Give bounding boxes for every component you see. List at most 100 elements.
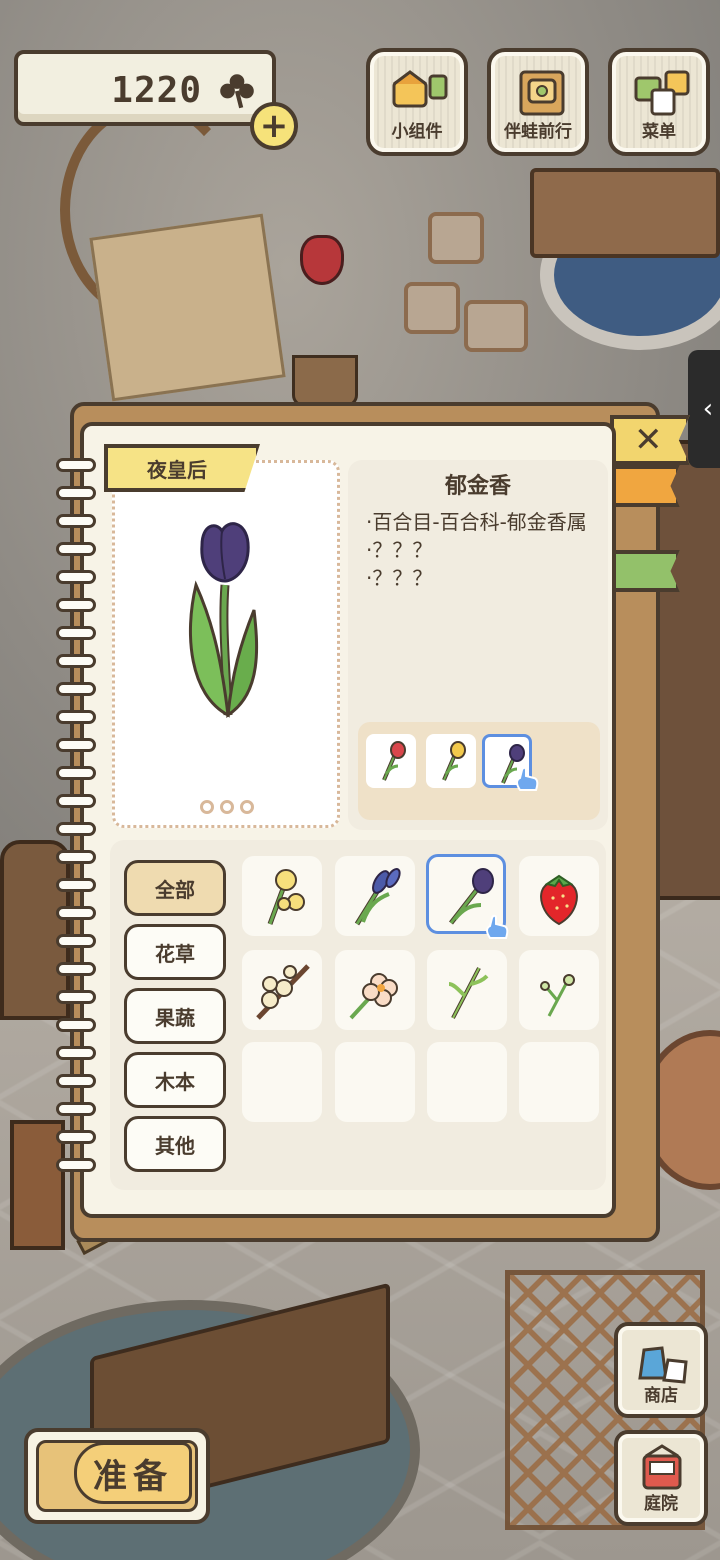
decor-tulip-flower: [300, 235, 344, 285]
empty-slot: [427, 1042, 507, 1122]
category-all[interactable]: 全部: [124, 860, 226, 916]
empty-slot: [242, 1042, 322, 1122]
bookmark-tab-orange[interactable]: [612, 465, 680, 507]
binding-ring: [56, 794, 96, 808]
item-strawberry[interactable]: [519, 856, 599, 936]
binding-ring: [56, 934, 96, 948]
binding-ring: [56, 1074, 96, 1088]
binding-ring: [56, 626, 96, 640]
item-grass-sprig[interactable]: [427, 950, 507, 1030]
shop-button[interactable]: 商店: [614, 1322, 708, 1418]
flower-name-ribbon: 夜皇后: [104, 444, 260, 492]
binding-ring: [56, 850, 96, 864]
variant-yellow-tulip[interactable]: [426, 734, 476, 788]
shop-bag-icon: [638, 1346, 688, 1384]
binding-ring: [56, 1130, 96, 1144]
sprout-icon: [540, 974, 575, 1017]
hanging-frame: [428, 212, 484, 264]
item-peach-blossom[interactable]: [335, 950, 415, 1030]
shelf-furniture: [650, 440, 720, 900]
yellow-tulip-icon: [442, 741, 466, 781]
add-clover-button[interactable]: +: [250, 102, 298, 150]
species-title: 郁金香: [444, 474, 511, 499]
variant-red-tulip[interactable]: [366, 734, 416, 788]
widget-label: 小组件: [391, 122, 443, 142]
category-woody[interactable]: 木本: [124, 1052, 226, 1108]
yellow-flower-icon: [267, 869, 305, 925]
red-tulip-icon: [382, 741, 406, 781]
item-yellow-flower[interactable]: [242, 856, 322, 936]
binding-ring: [56, 514, 96, 528]
frog-journey-button[interactable]: 伴蛙前行: [487, 48, 589, 156]
binding-ring: [56, 766, 96, 780]
category-other[interactable]: 其他: [124, 1116, 226, 1172]
frog-journey-icon: [519, 70, 565, 116]
purple-tulip-illustration: [188, 522, 259, 718]
binding-ring: [56, 570, 96, 584]
species-description: ·百合目-百合科-郁金香属 ·？？？ ·？？？: [366, 508, 602, 592]
prepare-label: 准备: [74, 1442, 192, 1504]
clover-icon: [220, 74, 254, 109]
unknown-line: ·？？？: [366, 566, 433, 590]
garden-button[interactable]: 庭院: [614, 1430, 708, 1526]
grass-icon: [448, 967, 489, 1019]
prepare-button[interactable]: 准备: [24, 1428, 210, 1524]
item-blue-iris[interactable]: [335, 856, 415, 936]
plum-blossom-icon: [256, 964, 310, 1020]
empty-slot: [335, 1042, 415, 1122]
category-flowers[interactable]: 花草: [124, 924, 226, 980]
binding-ring: [56, 1018, 96, 1032]
clover-count: 1220: [111, 70, 202, 111]
widget-icon: [392, 70, 448, 108]
taxonomy-line: ·百合目-百合科-郁金香属: [366, 510, 587, 534]
unknown-line: ·？？？: [366, 538, 433, 562]
binding-ring: [56, 878, 96, 892]
binding-ring: [56, 738, 96, 752]
bookmark-tab-green[interactable]: [612, 550, 680, 592]
hanging-frame: [404, 282, 460, 334]
binding-ring: [56, 682, 96, 696]
spiral-binding: [56, 458, 100, 1188]
empty-slot: [519, 1042, 599, 1122]
item-sprout[interactable]: [519, 950, 599, 1030]
page-dot: [200, 800, 214, 814]
frog-journey-label: 伴蛙前行: [504, 122, 572, 142]
strawberry-icon: [540, 874, 578, 926]
menu-icon: [634, 70, 690, 116]
binding-ring: [56, 654, 96, 668]
binding-ring: [56, 710, 96, 724]
binding-ring: [56, 962, 96, 976]
wall-map: [89, 213, 286, 402]
binding-ring: [56, 542, 96, 556]
peach-blossom-icon: [349, 973, 398, 1020]
page-dot: [220, 800, 234, 814]
menu-label: 菜单: [642, 122, 676, 142]
binding-ring: [56, 486, 96, 500]
pointer-hand-icon: [486, 914, 509, 939]
pointer-hand-icon: [516, 766, 539, 791]
category-fruits-vegetables[interactable]: 果蔬: [124, 988, 226, 1044]
widget-button[interactable]: 小组件: [366, 48, 468, 156]
shop-label: 商店: [644, 1386, 678, 1406]
binding-ring: [56, 1046, 96, 1060]
collapse-side-tab[interactable]: ‹: [688, 350, 720, 468]
close-button[interactable]: ✕: [610, 415, 690, 465]
binding-ring: [56, 1102, 96, 1116]
clover-counter: 1220: [14, 50, 276, 126]
page-indicator: [200, 800, 254, 814]
menu-button[interactable]: 菜单: [608, 48, 710, 156]
binding-ring: [56, 1158, 96, 1172]
item-plum-blossom-branch[interactable]: [242, 950, 322, 1030]
decor-tulip-pot: [292, 355, 358, 407]
garden-gate-icon: [642, 1444, 682, 1490]
page-dot: [240, 800, 254, 814]
binding-ring: [56, 906, 96, 920]
garden-label: 庭院: [644, 1494, 678, 1514]
iris-icon: [354, 867, 401, 926]
binding-ring: [56, 458, 96, 472]
binding-ring: [56, 822, 96, 836]
binding-ring: [56, 598, 96, 612]
window-blind: [530, 168, 720, 258]
hanging-frame: [464, 300, 528, 352]
binding-ring: [56, 990, 96, 1004]
